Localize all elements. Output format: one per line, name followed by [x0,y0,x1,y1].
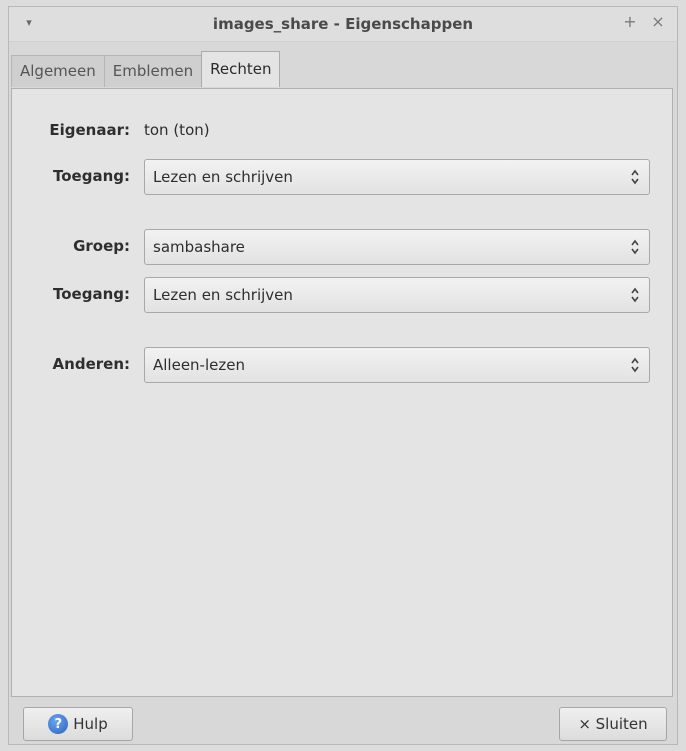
close-button[interactable]: × Sluiten [559,707,667,741]
close-icon[interactable]: × [649,13,667,31]
properties-window: ▾ images_share - Eigenschappen + × Algem… [8,6,678,745]
others-access-select[interactable]: Alleen-lezen [144,347,650,383]
titlebar[interactable]: ▾ images_share - Eigenschappen + × [9,7,677,42]
group-select[interactable]: sambashare [144,229,650,265]
help-icon: ? [48,714,69,734]
owner-value: ton (ton) [144,121,210,139]
updown-icon [631,287,639,303]
owner-access-label: Toegang: [53,167,130,185]
owner-access-select[interactable]: Lezen en schrijven [144,159,650,195]
maximize-icon[interactable]: + [621,13,639,31]
group-access-select[interactable]: Lezen en schrijven [144,277,650,313]
group-access-label: Toegang: [53,285,130,303]
updown-icon [631,239,639,255]
permissions-panel: Eigenaar: ton (ton) Toegang: Lezen en sc… [11,88,673,697]
help-button[interactable]: ? Hulp [23,707,133,741]
updown-icon [631,169,639,185]
group-value: sambashare [153,238,245,256]
owner-label: Eigenaar: [49,121,130,139]
tab-bar: Algemeen Emblemen Rechten [11,51,281,87]
group-access-value: Lezen en schrijven [153,286,293,304]
close-button-label: × Sluiten [578,715,648,733]
group-label: Groep: [73,237,130,255]
others-label: Anderen: [52,355,130,373]
tab-emblemen[interactable]: Emblemen [103,55,203,87]
owner-access-value: Lezen en schrijven [153,168,293,186]
tab-algemeen[interactable]: Algemeen [11,55,105,87]
tab-rechten[interactable]: Rechten [201,51,281,87]
window-title: images_share - Eigenschappen [212,15,474,33]
help-button-label: Hulp [73,715,108,733]
others-access-value: Alleen-lezen [153,356,245,374]
updown-icon [631,357,639,373]
